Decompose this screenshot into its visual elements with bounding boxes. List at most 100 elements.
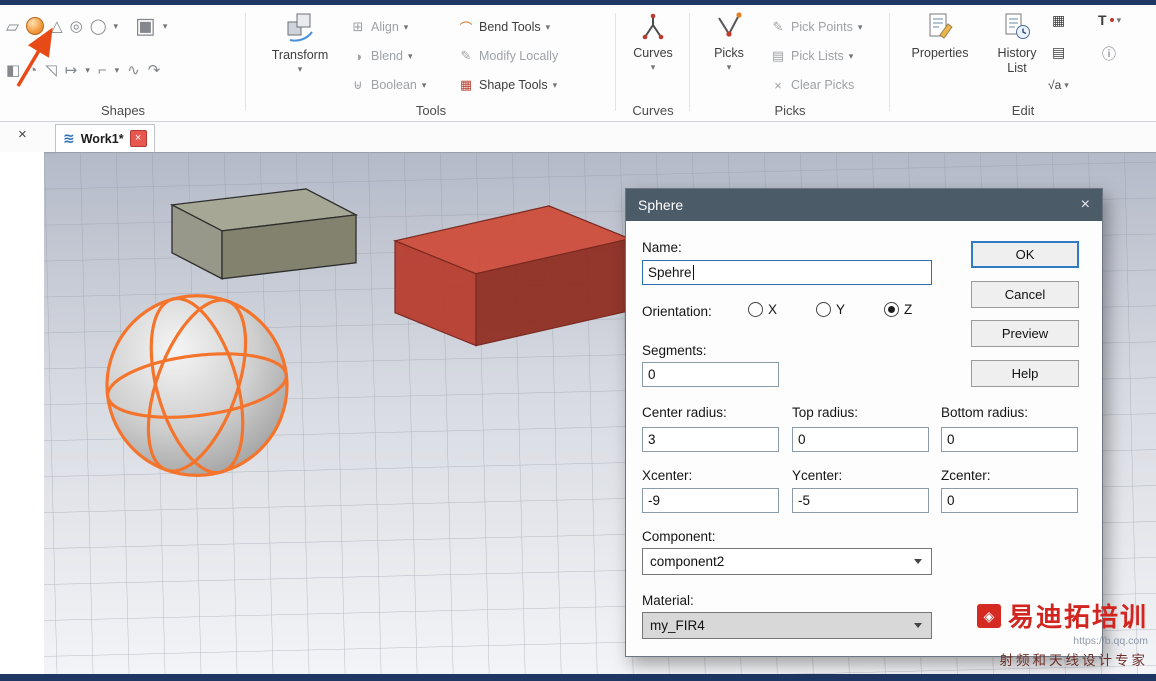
material-value: my_FIR4 [650, 618, 705, 633]
parametric-equation-button[interactable]: √a ▾ [1048, 79, 1069, 91]
shape-tools-button[interactable]: ▦ Shape Tools ▾ [458, 73, 557, 97]
curves-button[interactable]: Curves ▾ [626, 11, 680, 72]
parameter-list-button[interactable]: ▤ [1052, 45, 1065, 59]
document-wave-icon: ≋ [63, 130, 75, 146]
info-button[interactable]: ⓘ [1102, 47, 1116, 61]
sqrt-icon: √a [1048, 78, 1062, 92]
tab-work1[interactable]: ≋ Work1* × [55, 124, 155, 152]
group-separator [689, 13, 690, 111]
boolean-button[interactable]: ⊎ Boolean ▾ [350, 73, 426, 97]
extrude-dropdown-icon[interactable]: ▾ [163, 21, 168, 31]
bend-tools-label: Bend Tools [479, 20, 541, 34]
segments-input[interactable] [642, 362, 779, 387]
chamfer-tool-icon[interactable]: ◹ [45, 63, 57, 78]
top-radius-label: Top radius: [792, 405, 859, 420]
calculator-button[interactable]: ▦ [1052, 13, 1065, 27]
blend-icon: ◑ [354, 48, 362, 64]
transform-button[interactable]: Transform ▾ [260, 11, 340, 74]
edit-group-label: Edit [1011, 103, 1035, 118]
extrude-face-icon[interactable]: ↦ [65, 63, 78, 78]
history-list-button[interactable]: History List [990, 11, 1044, 75]
offset-tool-icon[interactable]: ⌐ [98, 63, 107, 78]
modify-locally-icon: ✎ [460, 48, 472, 63]
sketch-tool-icon[interactable]: ◧ [6, 63, 20, 78]
center-radius-input[interactable] [642, 427, 779, 452]
text-tool-dropdown-icon[interactable]: ▾ [1117, 15, 1122, 25]
watermark-brand: 易迪拓培训 [1007, 602, 1148, 632]
pick-points-icon: ✎ [772, 19, 784, 34]
preview-button[interactable]: Preview [971, 320, 1079, 347]
picks-dropdown-icon[interactable]: ▾ [727, 62, 732, 72]
tab-close-icon[interactable]: × [129, 130, 147, 147]
ribbon-group-picks: Picks ▾ ✎ Pick Points ▾ ▤ Pick Lists ▾ ×… [690, 5, 890, 121]
orientation-z-radio[interactable]: Z [884, 302, 912, 317]
component-label: Component: [642, 529, 716, 544]
face-tool-icon[interactable]: ◔ [28, 63, 37, 78]
zcenter-input[interactable] [941, 488, 1078, 513]
blend-button[interactable]: ◑ Blend ▾ [350, 44, 413, 68]
shapes-dropdown-icon[interactable]: ▾ [114, 21, 119, 31]
gray-box-object[interactable] [169, 188, 359, 280]
offset-dropdown-icon[interactable]: ▾ [115, 66, 120, 75]
orientation-x-radio[interactable]: X [748, 302, 777, 317]
radio-circle [816, 302, 831, 317]
extrude-face-dropdown-icon[interactable]: ▾ [85, 66, 90, 75]
blend-dropdown-icon: ▾ [407, 50, 413, 61]
ok-button[interactable]: OK [971, 241, 1079, 268]
properties-button[interactable]: Properties [905, 11, 975, 61]
align-button[interactable]: ⊞ Align ▾ [350, 15, 409, 39]
tab-work1-label: Work1* [80, 131, 124, 146]
sqrt-dropdown-icon[interactable]: ▾ [1064, 80, 1069, 90]
chevron-down-icon [914, 559, 922, 564]
modify-locally-button[interactable]: ✎ Modify Locally [458, 44, 559, 68]
help-button[interactable]: Help [971, 360, 1079, 387]
orientation-y-radio[interactable]: Y [816, 302, 845, 317]
panel-close-icon[interactable]: × [18, 126, 27, 143]
pick-lists-button[interactable]: ▤ Pick Lists ▾ [770, 44, 853, 68]
document-icon: ▤ [1052, 44, 1066, 60]
blend-label: Blend [371, 49, 403, 63]
component-select[interactable]: component2 [642, 548, 932, 575]
shape-tools-dropdown-icon[interactable]: ▾ [553, 80, 558, 90]
history-list-icon [1004, 11, 1031, 44]
top-radius-input[interactable] [792, 427, 929, 452]
curve-tool-icon[interactable]: ∿ [127, 63, 140, 78]
chevron-down-icon [914, 623, 922, 628]
picks-button[interactable]: Picks ▾ [700, 11, 758, 72]
collapsed-side-panel [0, 152, 45, 674]
picks-button-label: Picks [714, 46, 744, 61]
pick-points-button[interactable]: ✎ Pick Points ▾ [770, 15, 863, 39]
curves-dropdown-icon[interactable]: ▾ [651, 62, 656, 72]
text-tool-icon: T [1098, 12, 1107, 28]
calculator-icon: ▦ [1052, 12, 1066, 28]
material-select[interactable]: my_FIR4 [642, 612, 932, 639]
ribbon-group-curves: Curves ▾ Curves [616, 5, 690, 121]
cone-shape-icon[interactable]: △ [51, 19, 63, 34]
ycenter-input[interactable] [792, 488, 929, 513]
clear-picks-button[interactable]: × Clear Picks [770, 73, 854, 97]
cancel-button[interactable]: Cancel [971, 281, 1079, 308]
radio-circle [884, 302, 899, 317]
curves-button-label: Curves [633, 46, 673, 61]
extrude-icon[interactable]: ▣ [135, 15, 156, 37]
cylinder-shape-icon[interactable]: ◯ [90, 19, 107, 34]
bend-tools-dropdown-icon[interactable]: ▾ [546, 22, 551, 32]
transform-dropdown-icon[interactable]: ▾ [298, 64, 303, 74]
text-tool-button[interactable]: T ▾ [1098, 13, 1121, 27]
dialog-close-icon[interactable]: × [1081, 196, 1090, 214]
bend-tools-button[interactable]: ⌒ Bend Tools ▾ [458, 15, 550, 39]
dialog-titlebar[interactable]: Sphere × [626, 189, 1102, 221]
picks-group-label: Picks [774, 103, 806, 118]
sphere-shape-icon[interactable] [26, 17, 45, 35]
torus-shape-icon[interactable]: ◎ [70, 19, 83, 34]
name-input[interactable]: Spehre [642, 260, 932, 285]
watermark-url: https://b.qq.com [1073, 635, 1148, 647]
name-label: Name: [642, 240, 682, 255]
box-shape-icon[interactable]: ▱ [6, 18, 19, 35]
arc-tool-icon[interactable]: ↷ [148, 63, 161, 78]
orientation-x-label: X [768, 302, 778, 317]
bottom-radius-input[interactable] [941, 427, 1078, 452]
sphere-dialog: Sphere × Name: Spehre OK Cancel Preview … [625, 188, 1103, 657]
tab-bar: × ≋ Work1* × [0, 122, 1156, 152]
xcenter-input[interactable] [642, 488, 779, 513]
